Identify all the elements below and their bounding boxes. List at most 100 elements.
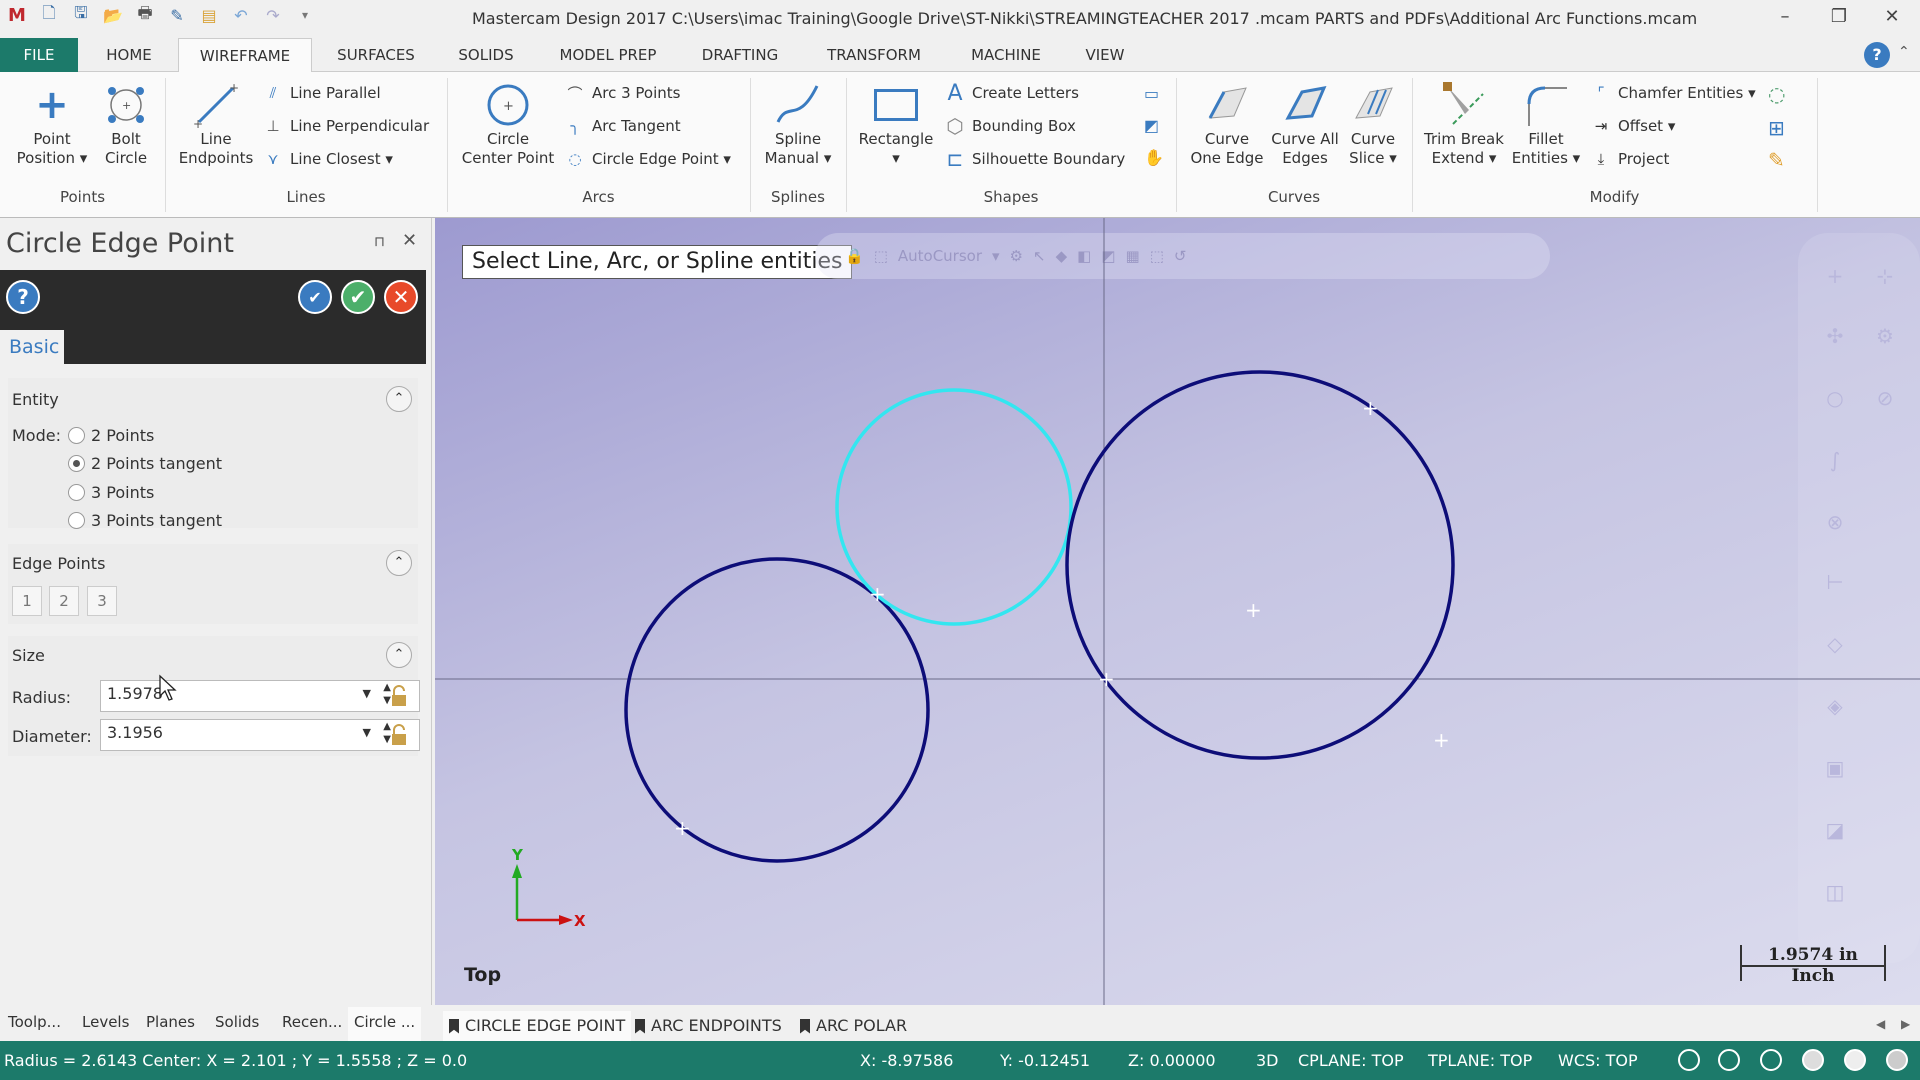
minimize-button[interactable]: –: [1770, 6, 1800, 27]
help-icon[interactable]: ?: [1864, 42, 1890, 68]
ok-button[interactable]: ✔: [341, 280, 375, 314]
radio-button[interactable]: [68, 427, 85, 444]
dimension-mode[interactable]: 3D: [1256, 1051, 1279, 1070]
lock-icon[interactable]: [390, 724, 408, 746]
collapse-entity-button[interactable]: ⌃: [386, 386, 412, 412]
wcs-selector[interactable]: WCS: TOP: [1558, 1051, 1638, 1070]
scroll-right-icon[interactable]: ▶: [1901, 1017, 1910, 1031]
curve-slice-button[interactable]: Curve Slice ▾: [1342, 80, 1404, 168]
circle-edge-point-button[interactable]: ◌ Circle Edge Point ▾: [564, 146, 731, 172]
tab-view[interactable]: VIEW: [1074, 38, 1136, 72]
view-tab-arc-polar[interactable]: ARC POLAR: [800, 1011, 907, 1041]
radio-button[interactable]: [68, 455, 85, 472]
line-perpendicular-button[interactable]: ⊥ Line Perpendicular: [262, 113, 429, 139]
radio-button[interactable]: [68, 512, 85, 529]
line-parallel-button[interactable]: ⫽ Line Parallel: [262, 80, 381, 106]
tab-recent[interactable]: Recen...: [282, 1013, 342, 1031]
spline-manual-button[interactable]: Spline Manual ▾: [756, 80, 840, 168]
save-as-icon[interactable]: ✎: [166, 4, 188, 26]
mode-radio-3-points-tangent[interactable]: 3 Points tangent: [68, 511, 222, 530]
mastercam-logo-icon[interactable]: M: [6, 4, 28, 26]
restore-button[interactable]: ❐: [1824, 6, 1854, 27]
create-letters-button[interactable]: A Create Letters: [944, 80, 1078, 106]
tab-planes[interactable]: Planes: [146, 1013, 195, 1031]
tab-machine[interactable]: MACHINE: [958, 38, 1054, 72]
shaded-sphere-icon[interactable]: [1802, 1049, 1824, 1071]
translucency-icon[interactable]: [1886, 1049, 1908, 1071]
geometry-canvas[interactable]: + + + + + + Y X: [435, 218, 1920, 1005]
tab-home[interactable]: HOME: [92, 38, 166, 72]
collapse-ribbon-icon[interactable]: ⌃: [1898, 44, 1910, 60]
line-endpoints-button[interactable]: + + Line Endpoints: [172, 80, 260, 168]
edge-point-3-button[interactable]: 3: [87, 586, 117, 616]
graphics-viewport[interactable]: Select Line, Arc, or Spline entities 🔒 ⬚…: [435, 218, 1920, 1005]
silhouette-boundary-button[interactable]: ⊏ Silhouette Boundary: [944, 146, 1126, 172]
project-button[interactable]: ⤓ Project: [1590, 146, 1670, 172]
shaded-edges-icon[interactable]: [1844, 1049, 1866, 1071]
dropdown-arrow-icon[interactable]: ▼: [363, 687, 371, 700]
bolt-circle-button[interactable]: + Bolt Circle: [98, 80, 154, 168]
diameter-input[interactable]: 3.1956 ▼ ▲ ▼: [100, 719, 420, 751]
tab-wireframe[interactable]: WIREFRAME: [178, 38, 312, 73]
stock-shape-icon[interactable]: ◩: [1144, 116, 1159, 135]
curve-one-edge-button[interactable]: Curve One Edge: [1182, 80, 1272, 168]
half-globe-icon[interactable]: [1760, 1049, 1782, 1071]
tab-solids-manager[interactable]: Solids: [215, 1013, 259, 1031]
redo-icon[interactable]: ↷: [262, 4, 284, 26]
undo-icon[interactable]: ↶: [230, 4, 252, 26]
rectangle-button[interactable]: Rectangle ▾: [852, 80, 940, 168]
tab-file[interactable]: FILE: [0, 38, 78, 72]
radio-button[interactable]: [68, 484, 85, 501]
view-tab-arc-endpoints[interactable]: ARC ENDPOINTS: [635, 1011, 782, 1041]
bounding-box-button[interactable]: ⬡ Bounding Box: [944, 113, 1076, 139]
tab-solids[interactable]: SOLIDS: [446, 38, 526, 72]
arc-3-points-button[interactable]: ⌒ Arc 3 Points: [564, 80, 680, 106]
tplane-selector[interactable]: TPLANE: TOP: [1428, 1051, 1532, 1070]
edge-point-1-button[interactable]: 1: [12, 586, 42, 616]
offset-button[interactable]: ⇥ Offset ▾: [1590, 113, 1676, 139]
add-entity-icon[interactable]: ⊞: [1768, 116, 1785, 140]
ok-and-create-new-button[interactable]: ✔: [298, 280, 332, 314]
circle-center-point-button[interactable]: + Circle Center Point: [454, 80, 562, 168]
chamfer-entities-button[interactable]: ⌜ Chamfer Entities ▾: [1590, 80, 1755, 106]
modify-length-icon[interactable]: ◌: [1768, 82, 1785, 106]
tab-surfaces[interactable]: SURFACES: [324, 38, 428, 72]
hidden-globe-icon[interactable]: [1718, 1049, 1740, 1071]
help-icon[interactable]: ?: [6, 280, 40, 314]
clipboard-icon[interactable]: ▤: [198, 4, 220, 26]
close-button[interactable]: ✕: [1877, 6, 1907, 27]
lock-icon[interactable]: [390, 685, 408, 707]
print-icon[interactable]: 🖶: [134, 3, 156, 26]
tool-profile-icon[interactable]: ▭: [1144, 84, 1159, 103]
view-tab-circle-edge-point[interactable]: CIRCLE EDGE POINT: [443, 1011, 632, 1041]
tab-transform[interactable]: TRANSFORM: [812, 38, 936, 72]
edge-point-2-button[interactable]: 2: [49, 586, 79, 616]
tab-model-prep[interactable]: MODEL PREP: [546, 38, 670, 72]
customize-icon[interactable]: ▾: [294, 4, 316, 26]
point-position-button[interactable]: + Point Position ▾: [8, 80, 96, 168]
wireframe-globe-icon[interactable]: [1678, 1049, 1700, 1071]
tab-toolpaths[interactable]: Toolp...: [8, 1013, 61, 1031]
line-closest-button[interactable]: ⋎ Line Closest ▾: [262, 146, 393, 172]
tab-basic[interactable]: Basic: [0, 330, 64, 364]
fillet-entities-button[interactable]: Fillet Entities ▾: [1510, 80, 1582, 168]
curve-all-edges-button[interactable]: Curve All Edges: [1264, 80, 1346, 168]
edit-spline-icon[interactable]: ✎: [1768, 148, 1785, 172]
collapse-size-button[interactable]: ⌃: [386, 642, 412, 668]
arc-tangent-button[interactable]: ╮ Arc Tangent: [564, 113, 680, 139]
circle-right[interactable]: [1065, 370, 1455, 760]
pin-icon[interactable]: ⊓: [374, 234, 385, 250]
mode-radio-2-points-tangent[interactable]: 2 Points tangent: [68, 454, 222, 473]
mode-radio-3-points[interactable]: 3 Points: [68, 483, 154, 502]
collapse-edge-points-button[interactable]: ⌃: [386, 550, 412, 576]
hand-shape-icon[interactable]: ✋: [1144, 148, 1164, 167]
tab-circle-function[interactable]: Circle ...: [348, 1007, 422, 1041]
panel-close-icon[interactable]: ✕: [402, 230, 417, 251]
cancel-button[interactable]: ✕: [384, 280, 418, 314]
cplane-selector[interactable]: CPLANE: TOP: [1298, 1051, 1404, 1070]
radius-input[interactable]: 1.5978 ▼ ▲ ▼: [100, 680, 420, 712]
trim-break-extend-button[interactable]: Trim Break Extend ▾: [1418, 80, 1510, 168]
z-coordinate[interactable]: Z: 0.00000: [1128, 1051, 1216, 1070]
tab-levels[interactable]: Levels: [82, 1013, 129, 1031]
dropdown-arrow-icon[interactable]: ▼: [363, 726, 371, 739]
